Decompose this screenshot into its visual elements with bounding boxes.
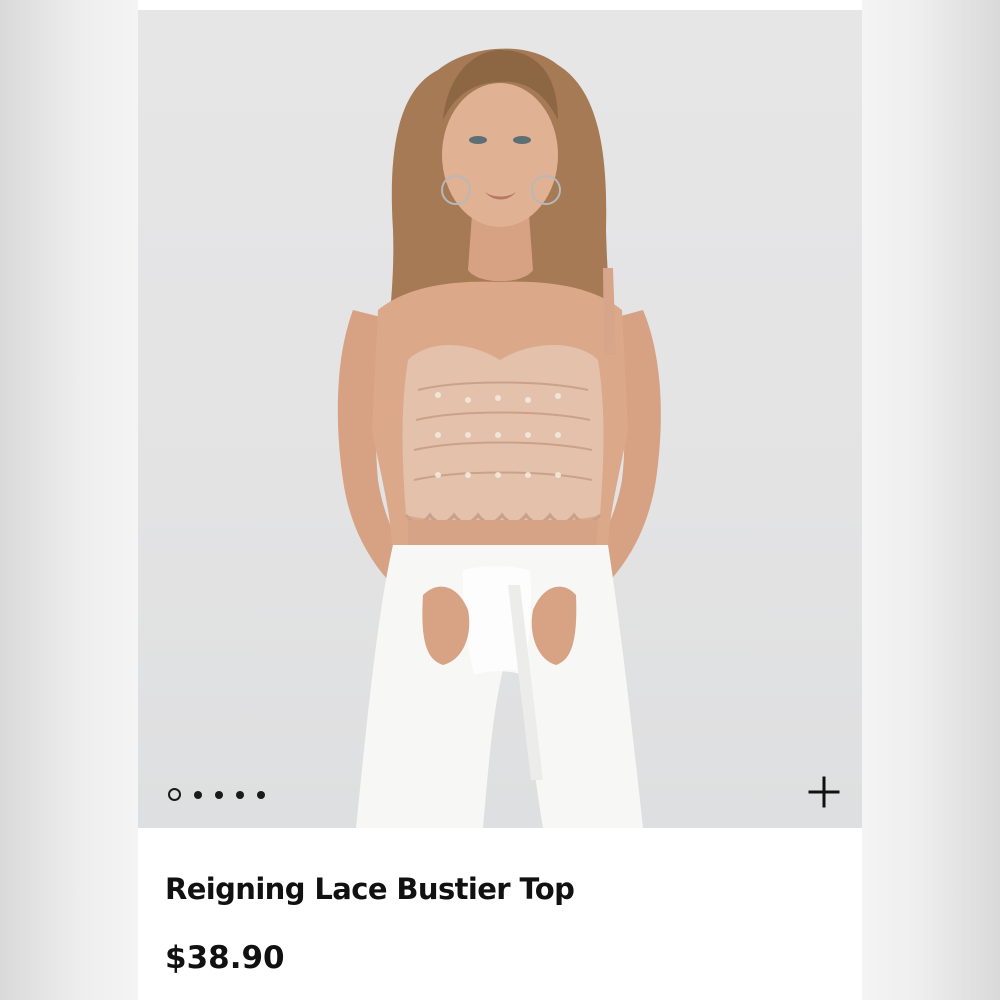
product-title[interactable]: Reigning Lace Bustier Top (165, 872, 575, 906)
add-button[interactable] (808, 776, 844, 812)
product-info: Reigning Lace Bustier Top $38.90 (138, 828, 862, 1000)
product-price: $38.90 (165, 940, 285, 976)
carousel-dot-2[interactable] (194, 790, 202, 799)
product-photo-illustration (337, 48, 661, 828)
carousel-dot-1[interactable] (168, 788, 181, 801)
plus-icon (808, 776, 840, 808)
carousel-dot-5[interactable] (257, 790, 265, 799)
carousel-dot-3[interactable] (215, 790, 223, 799)
carousel-dots (168, 788, 265, 801)
product-image[interactable] (138, 10, 862, 828)
product-card[interactable]: Reigning Lace Bustier Top $38.90 (138, 0, 862, 1000)
card-top-strip (138, 0, 862, 10)
carousel-dot-4[interactable] (236, 790, 244, 799)
